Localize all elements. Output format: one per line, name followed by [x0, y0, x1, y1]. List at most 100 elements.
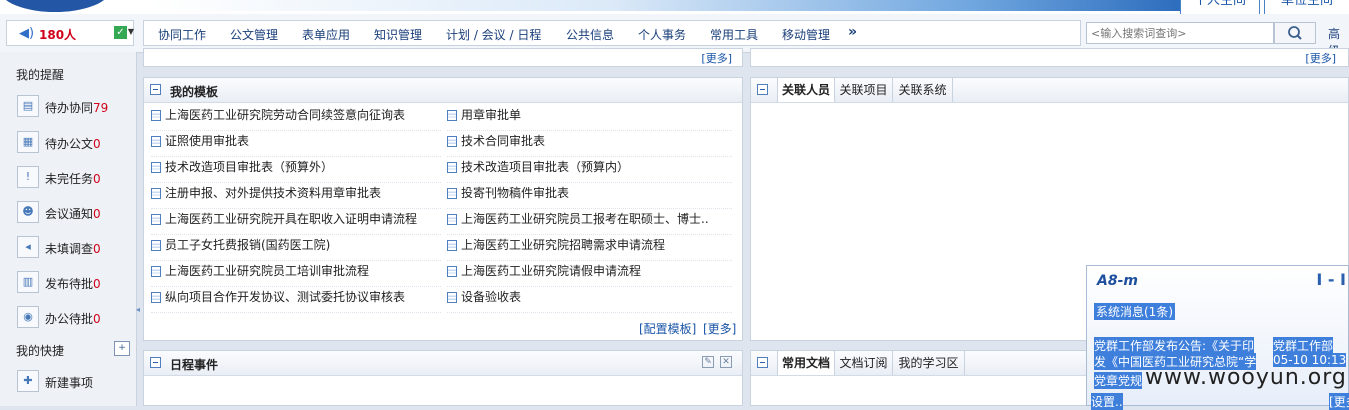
edit-icon[interactable]: ✎ [702, 356, 714, 368]
sidebar: 我的提醒 ▤ 待办协同79 ▦ 待办公文0 ! 未完任务0 ☻ 会议通知0 ◂ … [0, 52, 137, 406]
template-item[interactable]: 上海医药工业研究院员工培训审批流程 [151, 262, 441, 287]
menu-more-icon[interactable]: » [848, 24, 857, 40]
tab-related-projects[interactable]: 关联项目 [835, 78, 893, 102]
templates-more-link[interactable]: [更多] [703, 320, 736, 337]
sidebar-item-label: 会议通知 [45, 207, 94, 221]
top-menu: 协同工作 公文管理 表单应用 知识管理 计划 / 会议 / 日程 公共信息 个人… [143, 20, 1081, 46]
tab-related-systems[interactable]: 关联系统 [893, 78, 953, 102]
template-label: 技术改造项目审批表（预算内） [461, 160, 630, 174]
close-icon[interactable]: ✕ [720, 356, 732, 368]
shortcut-new-item[interactable]: ✚ 新建事项 [17, 370, 132, 394]
search-input[interactable] [1086, 22, 1274, 44]
template-item[interactable]: 上海医药工业研究院招聘需求申请流程 [447, 236, 732, 261]
template-item[interactable]: 员工子女托费报销(国药医工院) [151, 236, 441, 261]
sidebar-item-unfinished-tasks[interactable]: ! 未完任务0 [17, 166, 132, 190]
template-label: 技术合同审批表 [461, 134, 546, 148]
top-strip: 个人空间 单位空间 [0, 0, 1349, 17]
template-label: 技术改造项目审批表（预算外） [165, 160, 334, 174]
sidebar-item-count: 0 [93, 312, 101, 326]
menu-public-info[interactable]: 公共信息 [566, 26, 614, 43]
popup-more-link[interactable]: [更多 [1329, 393, 1349, 410]
check-icon[interactable]: ✓ [114, 26, 127, 39]
upper-left-more-link[interactable]: [更多] [701, 50, 732, 66]
dropdown-arrow-icon[interactable]: ▼ [128, 27, 134, 36]
collapse-icon[interactable] [757, 357, 768, 368]
menu-tools[interactable]: 常用工具 [710, 26, 758, 43]
template-item[interactable]: 纵向项目合作开发协议、测试委托协议审核表 [151, 288, 441, 313]
online-users-box[interactable]: ◀) 180人 ✓ ▼ [6, 20, 134, 46]
tab-common-docs[interactable]: 常用文档 [777, 351, 835, 375]
sidebar-item-pending-collab[interactable]: ▤ 待办协同79 [17, 95, 132, 119]
sidebar-item-pending-docs[interactable]: ▦ 待办公文0 [17, 131, 132, 155]
tab-my-study-area[interactable]: 我的学习区 [893, 351, 965, 375]
menu-plan-meeting-schedule[interactable]: 计划 / 会议 / 日程 [446, 26, 541, 43]
template-label: 上海医药工业研究院开具在职收入证明申请流程 [165, 212, 418, 226]
template-label: 上海医药工业研究院员工报考在职硕士、博士.. [461, 212, 709, 226]
sidebar-item-publish-approval[interactable]: ▥ 发布待批0 [17, 271, 132, 295]
menu-forms[interactable]: 表单应用 [302, 26, 350, 43]
template-item[interactable]: 用章审批单 [447, 106, 732, 131]
panel-header: 日程事件 ✎ ✕ [144, 351, 742, 376]
bar-chart-icon: ▥ [17, 271, 39, 293]
shortcut-label: 新建事项 [45, 376, 94, 390]
message-sender: 党群工作部 [1273, 337, 1334, 354]
menu-documents[interactable]: 公文管理 [230, 26, 278, 43]
survey-icon: ◂ [17, 236, 39, 258]
office-icon: ◉ [17, 306, 39, 328]
sidebar-item-label: 未完任务 [45, 172, 94, 186]
menu-knowledge[interactable]: 知识管理 [374, 26, 422, 43]
configure-templates-link[interactable]: [配置模板] [639, 320, 696, 337]
template-item[interactable]: 技术合同审批表 [447, 132, 732, 157]
form-template-icon [447, 214, 457, 225]
message-line-3[interactable]: 党章党规 [1094, 372, 1143, 389]
tab-related-people[interactable]: 关联人员 [777, 78, 835, 102]
template-item[interactable]: 证照使用审批表 [151, 132, 441, 157]
form-template-icon [447, 266, 457, 277]
template-item[interactable]: 技术改造项目审批表（预算内） [447, 158, 732, 183]
form-template-icon [151, 266, 161, 277]
template-item[interactable]: 上海医药工业研究院劳动合同续签意向征询表 [151, 106, 441, 131]
tab-doc-subscriptions[interactable]: 文档订阅 [835, 351, 893, 375]
message-line-1[interactable]: 党群工作部发布公告:《关于印 [1094, 337, 1255, 354]
sidebar-item-surveys[interactable]: ◂ 未填调查0 [17, 236, 132, 260]
document-icon: ▦ [17, 131, 39, 153]
search-button[interactable] [1274, 22, 1316, 44]
template-item[interactable]: 注册申报、对外提供技术资料用章审批表 [151, 184, 441, 209]
panel-header: 我的模板 [144, 78, 742, 103]
tab-unit-space[interactable]: 单位空间 [1264, 0, 1349, 15]
template-item[interactable]: 上海医药工业研究院开具在职收入证明申请流程 [151, 210, 441, 235]
sidebar-item-office-approval[interactable]: ◉ 办公待批0 [17, 306, 132, 330]
menu-collaboration[interactable]: 协同工作 [158, 26, 206, 43]
sidebar-item-meeting-notice[interactable]: ☻ 会议通知0 [17, 201, 132, 225]
template-label: 上海医药工业研究院劳动合同续签意向征询表 [165, 108, 406, 122]
collapse-icon[interactable] [757, 84, 768, 95]
upper-right-more-link[interactable]: [更多] [1305, 50, 1336, 66]
sidebar-item-count: 0 [93, 137, 101, 151]
template-item[interactable]: 技术改造项目审批表（预算外） [151, 158, 441, 183]
panel-title: 日程事件 [170, 358, 219, 372]
template-label: 用章审批单 [461, 108, 522, 122]
form-template-icon [151, 162, 161, 173]
watermark: www.wooyun.org [1145, 365, 1347, 390]
template-item[interactable]: 上海医药工业研究院请假申请流程 [447, 262, 732, 287]
settings-link[interactable]: 设置.. [1091, 393, 1123, 410]
upper-right-panel: [更多] [750, 48, 1349, 67]
template-label: 员工子女托费报销(国药医工院) [165, 238, 331, 252]
template-label: 证照使用审批表 [165, 134, 250, 148]
form-template-icon [447, 110, 457, 121]
sidebar-item-label: 办公待批 [45, 312, 94, 326]
collapse-sidebar-icon[interactable]: ◂ [136, 305, 140, 314]
menu-mobile[interactable]: 移动管理 [782, 26, 830, 43]
form-template-icon [447, 162, 457, 173]
collapse-icon[interactable] [150, 357, 161, 368]
popup-window-controls[interactable]: I - I [1316, 270, 1346, 289]
template-item[interactable]: 设备验收表 [447, 288, 732, 313]
template-item[interactable]: 上海医药工业研究院员工报考在职硕士、博士.. [447, 210, 732, 235]
menu-personal-affairs[interactable]: 个人事务 [638, 26, 686, 43]
form-template-icon [151, 188, 161, 199]
template-item[interactable]: 投寄刊物稿件审批表 [447, 184, 732, 209]
collapse-icon[interactable] [150, 84, 161, 95]
new-item-icon: ✚ [17, 370, 39, 392]
collaboration-icon: ▤ [17, 95, 39, 117]
add-shortcut-icon[interactable]: + [114, 341, 130, 356]
